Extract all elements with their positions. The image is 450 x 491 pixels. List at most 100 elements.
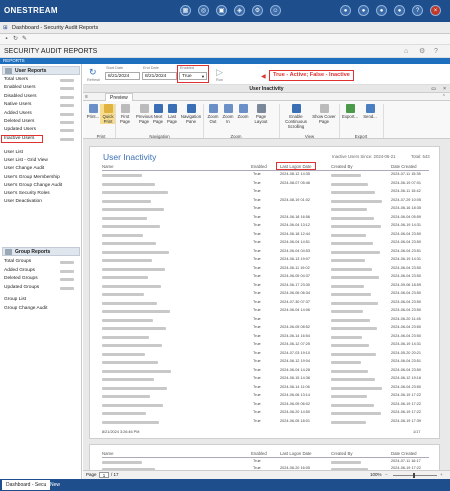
group-report-item[interactable]: Updated Groups xyxy=(4,285,78,294)
group-report-count xyxy=(60,278,74,282)
user-report-link[interactable]: User List - Grid View xyxy=(4,158,48,163)
zoom-out-icon[interactable]: − xyxy=(385,471,388,479)
ribbon-button-4[interactable]: Next Page xyxy=(151,104,165,124)
report-title: User Inactivity xyxy=(103,152,157,162)
group-reports-header[interactable]: Group Reports xyxy=(2,247,80,256)
user-report-link[interactable]: User's Group Membership xyxy=(4,175,60,180)
ribbon-button-7[interactable]: Zoom Out xyxy=(206,104,220,124)
cube-icon[interactable]: ▣ xyxy=(216,5,227,16)
enabled-cell: True xyxy=(253,197,261,202)
enabled-cell: True xyxy=(253,376,261,380)
date-created-cell: 2024-06-19 17:22 xyxy=(391,401,421,406)
user-report-count xyxy=(60,121,74,124)
name-redacted xyxy=(102,276,148,279)
created-by-redacted xyxy=(331,369,368,373)
user-report-link[interactable]: User List xyxy=(4,150,23,155)
name-redacted xyxy=(102,352,145,356)
ribbon-button-10[interactable]: Page Layout xyxy=(252,104,270,124)
user-report-item[interactable]: Added Users xyxy=(4,111,78,119)
restore-icon[interactable]: ▭ xyxy=(431,85,436,93)
settings-icon[interactable]: ⚙ xyxy=(252,5,263,16)
user-report-item[interactable]: Native Users xyxy=(4,102,78,110)
ribbon-button-2[interactable]: First Page xyxy=(117,104,133,124)
tab-new[interactable]: New xyxy=(46,480,64,490)
user-report-item[interactable]: Enabled Users xyxy=(4,85,78,93)
group-report-item[interactable]: Total Groups xyxy=(4,259,78,268)
table-row: True 2024-06-05 06:02 2024-06-19 17:22 xyxy=(90,402,441,411)
user-icon[interactable]: ☺ xyxy=(270,5,281,16)
table-row: True 2024-06-20 11:45 xyxy=(90,317,441,326)
user-report-count xyxy=(60,112,74,116)
zoom-in-icon[interactable]: + xyxy=(440,471,443,479)
group-report-item[interactable]: Deleted Groups xyxy=(4,276,78,285)
app-icon-4[interactable]: ● xyxy=(394,5,405,16)
ribbon-button-8[interactable]: Zoom In xyxy=(221,104,235,124)
enabled-cell: True xyxy=(253,180,261,185)
ribbon-button-5[interactable]: Last Page xyxy=(165,104,179,124)
group-report-item[interactable]: Added Groups xyxy=(4,268,78,277)
zoom-slider[interactable] xyxy=(393,475,437,476)
user-report-link[interactable]: User's Group Change Audit xyxy=(4,183,62,188)
enabled-cell: True xyxy=(253,418,261,423)
menu-icon[interactable]: ≡ xyxy=(85,94,88,100)
close-icon[interactable]: × xyxy=(430,5,441,16)
refresh-icon[interactable]: ↻ xyxy=(89,67,97,78)
enabled-cell: True xyxy=(253,248,261,253)
created-by-redacted xyxy=(331,395,367,398)
enabled-cell: True xyxy=(253,214,261,219)
app-icon-3[interactable]: ● xyxy=(376,5,387,16)
user-report-label: Total Users xyxy=(4,77,28,82)
end-date-label: End Date xyxy=(143,66,159,70)
app-icon-1[interactable]: ● xyxy=(340,5,351,16)
save-icon[interactable]: ▪ xyxy=(3,36,10,43)
ribbon-button-3[interactable]: Previous Page xyxy=(136,104,153,124)
zoom-slider-thumb[interactable] xyxy=(413,473,415,478)
created-by-redacted xyxy=(331,461,361,464)
help-icon[interactable]: ? xyxy=(412,5,423,16)
workflow-icon[interactable]: ◎ xyxy=(198,5,209,16)
table-row: True 2024-06-04 04:53 2024-06-04 23:51 xyxy=(90,249,441,258)
close-icon[interactable]: × xyxy=(443,85,446,93)
ribbon-button-9[interactable]: Zoom xyxy=(236,104,250,119)
table-row: True 2024-06-11 15:42 xyxy=(90,189,441,198)
ribbon-button-14[interactable]: Send... xyxy=(361,104,379,119)
start-date-input[interactable]: 8/21/2024 xyxy=(105,72,140,80)
edit-icon[interactable]: ✎ xyxy=(21,36,28,43)
settings-icon[interactable]: ⚙ xyxy=(419,45,425,58)
refresh-icon[interactable]: ↻ xyxy=(12,36,19,43)
user-report-link[interactable]: User Deactivation xyxy=(4,199,42,204)
run-icon[interactable]: ▷ xyxy=(216,67,223,78)
ribbon-button-1[interactable]: Quick Print xyxy=(100,104,116,124)
name-redacted xyxy=(102,225,160,228)
created-by-redacted xyxy=(331,216,374,220)
dashboard-icon[interactable]: ◈ xyxy=(234,5,245,16)
user-reports-header[interactable]: User Reports xyxy=(2,66,80,75)
name-redacted xyxy=(102,293,144,296)
created-by-redacted xyxy=(331,361,361,364)
ribbon-button-11[interactable]: Enable Continuous Scrolling xyxy=(282,104,310,129)
ribbon-button-12[interactable]: Show Cover Page xyxy=(311,104,337,124)
name-redacted xyxy=(102,199,151,203)
home-icon[interactable]: ⌂ xyxy=(404,45,408,58)
collapse-icon[interactable]: ⌃ xyxy=(442,94,446,100)
ribbon-button-0[interactable]: Print... xyxy=(86,104,100,119)
grid-icon[interactable]: ▦ xyxy=(180,5,191,16)
ribbon-button-label: Export... xyxy=(341,114,358,119)
ribbon-button-6[interactable]: Navigation Pane xyxy=(180,104,202,124)
user-report-link[interactable]: User Change Audit xyxy=(4,166,44,171)
end-date-input[interactable]: 8/21/2024 xyxy=(142,72,177,80)
app-icon-2[interactable]: ● xyxy=(358,5,369,16)
user-report-link[interactable]: User's Security Roles xyxy=(4,191,50,196)
user-report-label: Disabled Users xyxy=(4,93,37,99)
group-report-link[interactable]: Group Change Audit xyxy=(4,306,47,311)
col-date-created: Date Created xyxy=(391,451,417,456)
group-report-link[interactable]: Group List xyxy=(4,297,26,302)
tab-dashboard[interactable]: Dashboard - Secu xyxy=(2,480,51,490)
user-report-label: Native Users xyxy=(4,102,32,108)
enabled-cell: True xyxy=(253,410,261,414)
created-by-redacted xyxy=(331,335,362,339)
help-icon[interactable]: ? xyxy=(434,45,438,58)
user-report-item[interactable]: Disabled Users xyxy=(4,94,78,102)
page-number-input[interactable]: 1 xyxy=(99,472,109,478)
ribbon-button-13[interactable]: Export... xyxy=(341,104,359,119)
